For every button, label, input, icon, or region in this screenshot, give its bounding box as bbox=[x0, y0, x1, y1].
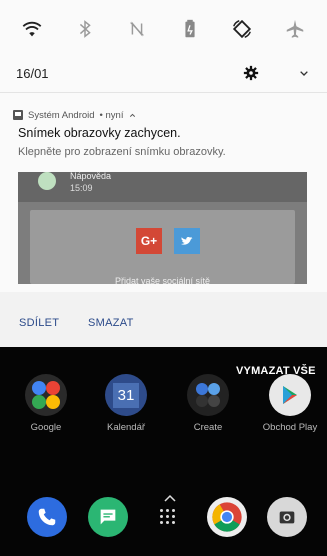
airplane-mode-icon[interactable] bbox=[280, 14, 310, 44]
preview-card bbox=[30, 210, 295, 284]
app-label-create: Create bbox=[193, 422, 223, 433]
notification-title[interactable]: Snímek obrazovky zachycen. bbox=[18, 126, 181, 140]
bluetooth-icon[interactable] bbox=[70, 14, 100, 44]
create-folder-icon bbox=[196, 383, 220, 407]
clear-all-button[interactable]: VYMAZAT VŠE bbox=[236, 365, 316, 377]
preview-name: Nápověda bbox=[70, 172, 112, 181]
app-google[interactable] bbox=[25, 374, 67, 416]
messages-app[interactable] bbox=[88, 497, 128, 537]
quick-settings-row bbox=[0, 0, 327, 58]
auto-rotate-icon[interactable] bbox=[227, 14, 257, 44]
chrome-icon bbox=[212, 502, 242, 532]
battery-saver-icon[interactable] bbox=[175, 14, 205, 44]
phone-icon bbox=[38, 508, 56, 526]
status-row: 16/01 bbox=[0, 58, 327, 90]
date-text: 16/01 bbox=[16, 66, 49, 81]
calendar-icon-day: 31 bbox=[112, 382, 140, 408]
app-play-store[interactable] bbox=[269, 374, 311, 416]
nfc-icon[interactable] bbox=[122, 14, 152, 44]
app-label-google: Google bbox=[30, 422, 62, 433]
phone-app[interactable] bbox=[27, 497, 67, 537]
google-plus-icon: G+ bbox=[136, 228, 162, 254]
messages-icon bbox=[100, 509, 116, 525]
screenshot-preview[interactable]: Nápověda 15:09 G+ Přidat vaše sociální s… bbox=[18, 172, 307, 284]
divider bbox=[0, 92, 327, 93]
app-drawer-button[interactable] bbox=[160, 509, 176, 525]
preview-share-text: Přidat vaše sociální sítě bbox=[114, 276, 211, 284]
notification-app-name: Systém Android bbox=[28, 109, 95, 121]
notification-actions: SDÍLET SMAZAT bbox=[0, 292, 327, 347]
notification-header: Systém Android • nyní bbox=[13, 108, 137, 122]
app-calendar[interactable]: 31 bbox=[105, 374, 147, 416]
app-label-play-store: Obchod Play bbox=[262, 422, 318, 433]
notification-shade: 16/01 Systém Android • nyní Snímek obraz… bbox=[0, 0, 327, 347]
delete-button[interactable]: SMAZAT bbox=[88, 317, 134, 329]
avatar bbox=[38, 172, 56, 190]
preview-top-bar bbox=[18, 172, 307, 202]
preview-time: 15:09 bbox=[70, 183, 93, 193]
share-button[interactable]: SDÍLET bbox=[19, 317, 59, 329]
app-label-calendar: Kalendář bbox=[106, 422, 146, 433]
twitter-icon bbox=[174, 228, 200, 254]
notification-time: • nyní bbox=[99, 109, 124, 121]
wifi-icon[interactable] bbox=[17, 14, 47, 44]
app-create[interactable] bbox=[187, 374, 229, 416]
camera-icon bbox=[279, 511, 295, 524]
camera-app[interactable] bbox=[267, 497, 307, 537]
chevron-up-icon[interactable] bbox=[163, 493, 177, 503]
notification-text[interactable]: Klepněte pro zobrazení snímku obrazovky. bbox=[18, 146, 226, 158]
chevron-down-icon[interactable] bbox=[296, 65, 312, 81]
chevron-up-icon[interactable] bbox=[128, 111, 137, 120]
play-store-icon bbox=[283, 386, 297, 404]
gear-icon[interactable] bbox=[242, 64, 260, 82]
chrome-app[interactable] bbox=[207, 497, 247, 537]
screenshot-app-icon bbox=[13, 110, 23, 120]
google-folder-icon bbox=[32, 381, 60, 409]
